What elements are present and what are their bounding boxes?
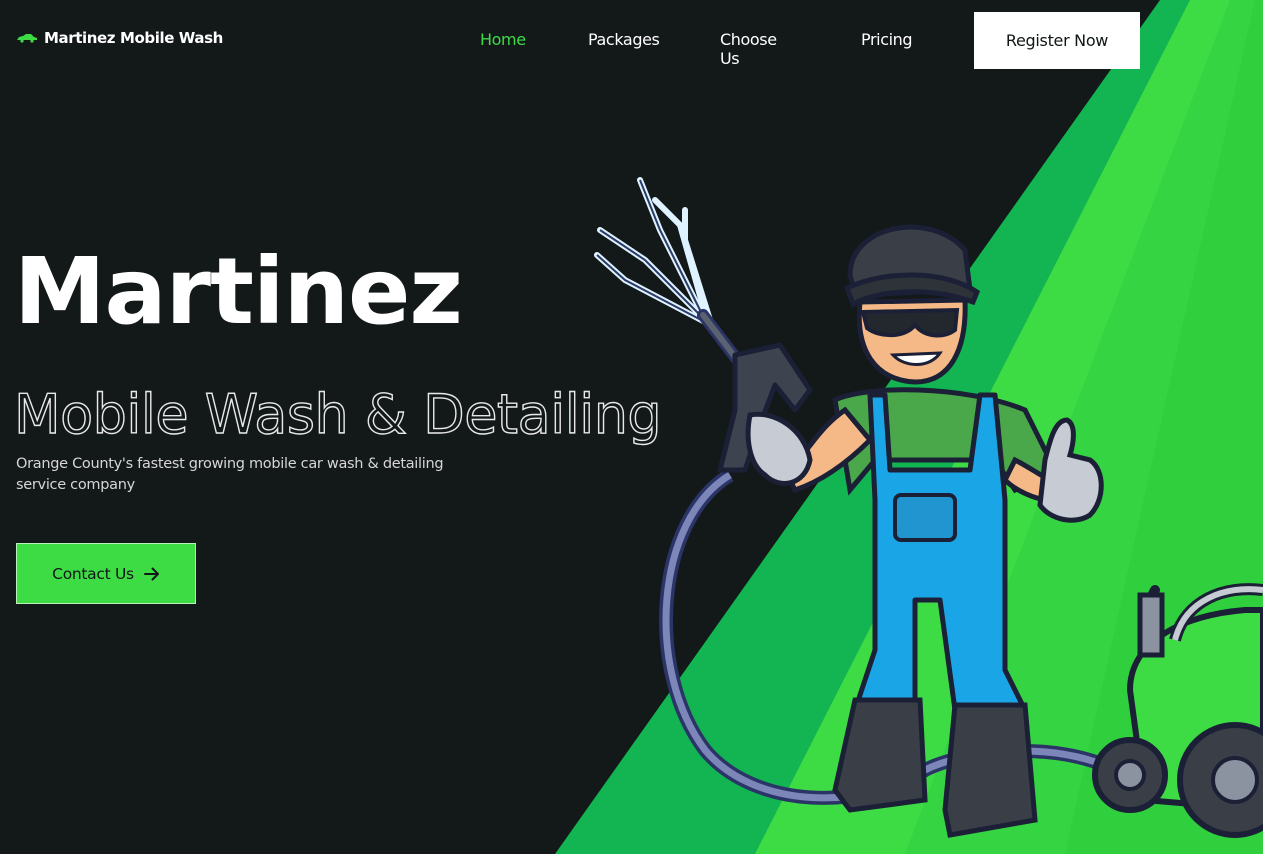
arrow-right-icon [143,567,159,580]
car-icon [17,34,37,43]
water-spray-icon [594,177,713,325]
contact-us-label: Contact Us [52,564,134,583]
nav-packages[interactable]: Packages [588,30,660,49]
car-wash-worker-illustration [594,177,1263,838]
brand[interactable]: Martinez Mobile Wash [16,29,223,47]
hero-subtitle: Mobile Wash & Detailing [13,382,662,446]
hero-page: Martinez Mobile Wash Home Packages Choos… [0,0,1263,854]
hero-description: Orange County's fastest growing mobile c… [16,456,444,493]
hero-title: Martinez [14,238,463,345]
register-button[interactable]: Register Now [974,12,1140,69]
nav-pricing[interactable]: Pricing [861,30,913,49]
contact-us-button[interactable]: Contact Us [16,543,196,604]
nav-choose-us[interactable]: Choose Us [720,30,777,68]
nav-home[interactable]: Home [480,30,526,49]
brand-name: Martinez Mobile Wash [44,29,223,47]
